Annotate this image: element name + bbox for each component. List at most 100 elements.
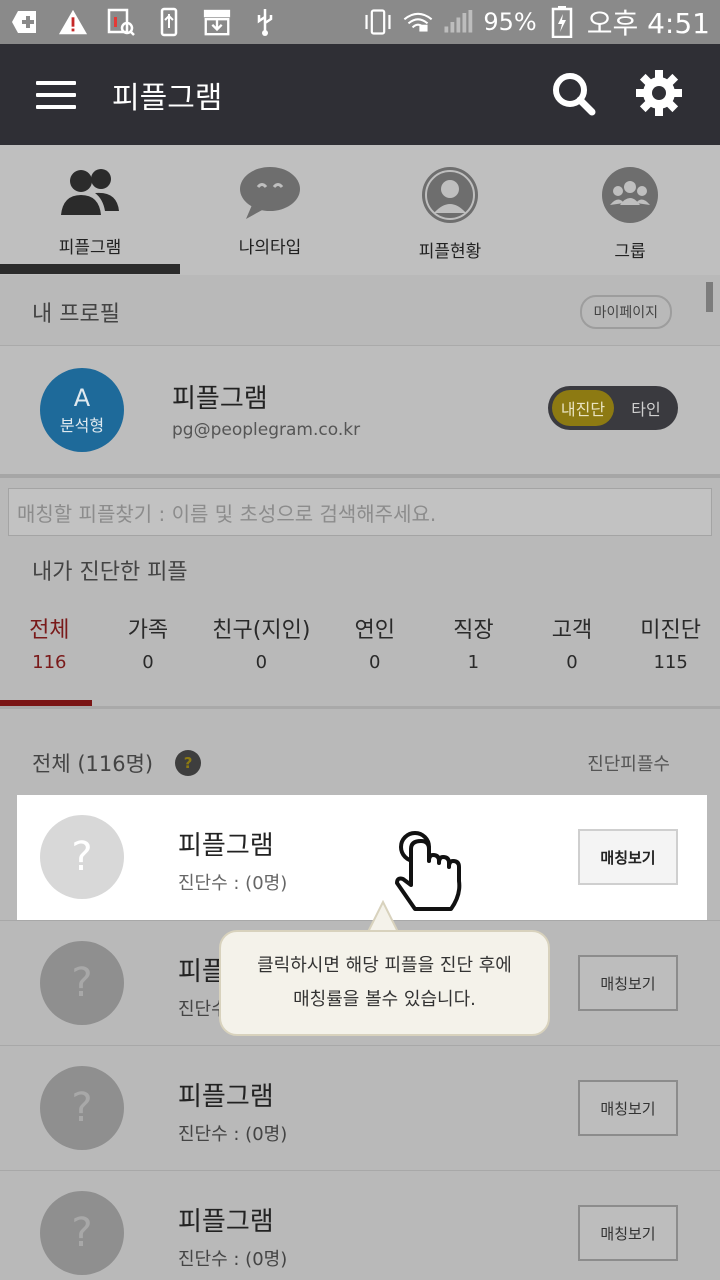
person-circle-icon	[420, 165, 480, 229]
match-view-button[interactable]: 매칭보기	[578, 829, 678, 885]
main-tabs: 피플그램 나의타입 피플현황 그룹	[0, 145, 720, 275]
search-input[interactable]: 매칭할 피플찾기 : 이름 및 초성으로 검색해주세요.	[8, 488, 712, 536]
guide-tooltip: 클릭하시면 해당 피플을 진단 후에 매칭률을 볼수 있습니다.	[219, 930, 550, 1036]
app-title: 피플그램	[112, 80, 223, 116]
category-count: 0	[255, 652, 268, 673]
category-customer[interactable]: 고객 0	[523, 612, 622, 692]
tooltip-line: 클릭하시면 해당 피플을 진단 후에	[257, 955, 512, 976]
list-header-right[interactable]: 진단피플수	[587, 750, 670, 776]
tooltip-arrow	[366, 900, 400, 933]
category-family[interactable]: 가족 0	[99, 612, 198, 692]
diagnosis-toggle[interactable]: 내진단 타인	[548, 386, 678, 430]
row-sub: 진단수 : (0명)	[178, 1249, 288, 1270]
section-title: 내 프로필	[32, 302, 120, 327]
hand-pointer-icon	[395, 825, 467, 921]
usb-icon	[154, 7, 184, 37]
category-work[interactable]: 직장 1	[424, 612, 523, 692]
tab-people-status[interactable]: 피플현황	[360, 145, 540, 275]
avatar: ?	[40, 1066, 124, 1150]
category-name: 가족	[127, 618, 169, 643]
download-icon	[202, 7, 232, 37]
category-count: 0	[566, 652, 578, 673]
search-icon[interactable]	[550, 70, 596, 120]
vibrate-icon	[363, 7, 393, 37]
tooltip-line: 매칭률을 볼수 있습니다.	[293, 989, 476, 1010]
hamburger-icon[interactable]	[36, 80, 76, 109]
profile-section-header: 내 프로필 마이페이지	[0, 280, 720, 344]
tab-my-type[interactable]: 나의타입	[180, 145, 360, 275]
category-count: 115	[653, 652, 688, 673]
category-undiagnosed[interactable]: 미진단 115	[621, 612, 720, 692]
tab-label: 피플그램	[58, 238, 122, 258]
avatar-letter: A	[73, 384, 91, 412]
category-name: 직장	[453, 618, 494, 643]
gear-icon[interactable]	[634, 68, 684, 122]
category-lover[interactable]: 연인 0	[325, 612, 424, 692]
avatar: A 분석형	[40, 368, 124, 452]
category-name: 미진단	[640, 618, 702, 643]
list-item[interactable]: ? 피플그램 진단수 : (0명) 매칭보기	[0, 1045, 720, 1170]
help-icon[interactable]: ?	[175, 750, 202, 776]
app-bar: 피플그램	[0, 44, 720, 145]
row-name: 피플그램	[178, 1082, 274, 1112]
category-count: 1	[467, 652, 480, 673]
profile-name: 피플그램	[172, 384, 268, 414]
category-count: 0	[142, 652, 154, 673]
match-view-button[interactable]: 매칭보기	[578, 1080, 678, 1136]
list-item[interactable]: ? 피플그램 진단수 : (0명) 매칭보기	[0, 1170, 720, 1280]
tab-group[interactable]: 그룹	[540, 145, 720, 275]
row-sub: 진단수 : (0명)	[178, 1124, 288, 1145]
row-sub: 진단수 : (0명)	[178, 873, 288, 894]
tab-label: 피플현황	[418, 242, 482, 262]
divider	[0, 474, 720, 478]
status-icons-right: 95% 오후 4:51	[363, 2, 710, 42]
highlighted-list-item[interactable]: ? 피플그램 진단수 : (0명) 매칭보기	[17, 795, 707, 920]
avatar-type: 분석형	[59, 416, 105, 435]
plus-square-icon	[10, 7, 40, 37]
status-icons-left	[10, 7, 280, 37]
list-header: 전체 (116명) ? 진단피플수	[0, 738, 720, 788]
chat-bubble-icon	[238, 165, 302, 225]
diagnosed-section-header: 내가 진단한 피플	[0, 545, 720, 595]
signal-icon	[443, 7, 473, 37]
tab-label: 그룹	[614, 242, 646, 262]
avatar: ?	[40, 941, 124, 1025]
usb-icon	[250, 7, 280, 37]
my-page-button[interactable]: 마이페이지	[579, 295, 672, 329]
category-tabs: 전체 116 가족 0 친구(지인) 0 연인 0 직장 1 고객 0 미진단 …	[0, 612, 720, 692]
profile-email: pg@peoplegram.co.kr	[172, 420, 361, 440]
people-icon	[55, 165, 125, 225]
category-count: 116	[32, 652, 67, 673]
toggle-off-label[interactable]: 타인	[620, 390, 672, 426]
toggle-on-label[interactable]: 내진단	[552, 390, 614, 426]
match-view-button[interactable]: 매칭보기	[578, 1205, 678, 1261]
wifi-lock-icon	[403, 7, 433, 37]
category-friend[interactable]: 친구(지인) 0	[197, 612, 325, 692]
profile-row[interactable]: A 분석형 피플그램 pg@peoplegram.co.kr 내진단 타인	[0, 345, 720, 475]
status-bar: 95% 오후 4:51	[0, 0, 720, 44]
row-name: 피플그램	[178, 1207, 274, 1237]
category-all[interactable]: 전체 116	[0, 612, 99, 692]
tab-peoplegram[interactable]: 피플그램	[0, 145, 180, 275]
status-time: 오후 4:51	[586, 7, 710, 40]
group-icon	[600, 165, 660, 229]
battery-charging-icon	[547, 6, 577, 38]
avatar: ?	[40, 1191, 124, 1275]
scrollbar[interactable]	[706, 282, 713, 312]
warning-icon	[58, 7, 88, 37]
battery-percent: 95%	[483, 8, 537, 36]
row-name: 피플그램	[178, 831, 274, 861]
section-title: 내가 진단한 피플	[32, 560, 188, 585]
category-count: 0	[369, 652, 381, 673]
divider	[0, 706, 720, 709]
category-name: 친구(지인)	[212, 618, 311, 643]
avatar: ?	[40, 815, 124, 899]
tab-active-indicator	[0, 264, 180, 274]
image-search-icon	[106, 7, 136, 37]
tab-label: 나의타입	[238, 238, 302, 258]
match-view-button[interactable]: 매칭보기	[578, 955, 678, 1011]
category-name: 전체	[29, 618, 70, 643]
list-title: 전체 (116명)	[32, 752, 154, 776]
category-name: 고객	[551, 618, 593, 643]
app-bar-actions	[550, 68, 684, 122]
